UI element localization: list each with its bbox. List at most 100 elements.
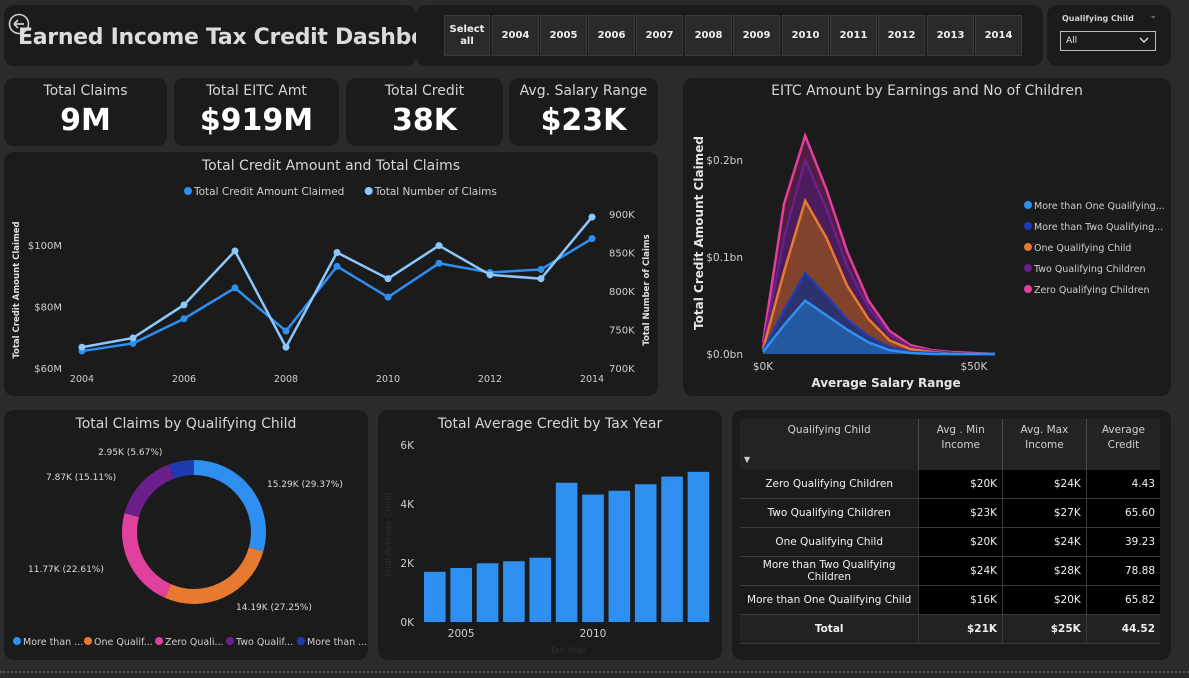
legend-label: One Qualifying Child: [1034, 243, 1131, 254]
kpi-total-claims: Total Claims 9M: [4, 78, 167, 146]
y-tick-label: 4K: [400, 499, 415, 511]
x-tick-label: 2005: [448, 628, 475, 640]
cell-average-credit: 65.60: [1085, 498, 1160, 528]
kpi-label: Total Credit: [384, 83, 465, 99]
y2-tick-label: 850K: [609, 249, 635, 260]
year-button-2009[interactable]: 2009: [733, 15, 780, 56]
header-label: Qualifying Child: [787, 424, 871, 436]
qualifying-child-dropdown[interactable]: All: [1060, 31, 1156, 51]
kpi-total-eitc-amt: Total EITC Amt $919M: [174, 78, 339, 146]
year-button-2012[interactable]: 2012: [878, 15, 925, 56]
legend-marker: [364, 187, 373, 195]
select-all-button[interactable]: Select all: [444, 15, 490, 56]
slice-data-label: 15.29K (29.37%): [267, 480, 343, 490]
income-table: Qualifying Child ▼ Avg . Min Income Avg.…: [740, 419, 1160, 644]
qualifying-child-table: Qualifying Child ▼ Avg . Min Income Avg.…: [732, 410, 1171, 660]
y2-tick-label: 900K: [609, 210, 635, 221]
bar: [450, 568, 472, 622]
sort-desc-icon[interactable]: ▼: [744, 452, 750, 467]
bar-chart-svg: 0K 2K 4K 6K 2005 2010 Tax Year Total Average Cr…: [384, 440, 710, 656]
y-tick-label: $100M: [28, 241, 62, 252]
dropdown-value: All: [1066, 36, 1078, 46]
y2-tick-label: 700K: [609, 364, 635, 375]
y-axis-title: Total Average Credit: [384, 491, 394, 578]
x-tick-label: 2004: [70, 374, 94, 385]
cell-total-label: Total: [740, 614, 919, 644]
column-header-average-credit[interactable]: Average Credit: [1086, 419, 1160, 470]
year-button-2014[interactable]: 2014: [975, 15, 1022, 56]
year-button-2011[interactable]: 2011: [830, 15, 877, 56]
data-point: [537, 265, 545, 273]
x-tick-label: 2010: [580, 628, 607, 640]
year-button-2013[interactable]: 2013: [927, 15, 974, 56]
y-axis-title: Total Credit Amount Claimed: [12, 221, 22, 358]
bar: [476, 563, 499, 622]
area-chart-svg: $0.0bn $0.1bn $0.2bn $0K $50KAverage Salary …: [692, 131, 1165, 390]
line-chart-svg: Total Credit Amount Claimed Total Number …: [12, 186, 652, 385]
year-button-2008[interactable]: 2008: [685, 15, 732, 56]
data-point: [129, 334, 137, 342]
legend-marker: [1024, 201, 1032, 209]
kpi-total-credit: Total Credit 38K: [346, 78, 503, 146]
table-total-row: Total $21K $25K 44.52: [740, 614, 1160, 644]
column-header-min-income[interactable]: Avg . Min Income: [918, 419, 1004, 470]
legend-marker: [1024, 243, 1032, 251]
legend-marker: [1024, 285, 1032, 293]
bar: [582, 494, 604, 622]
legend-marker: [13, 637, 21, 645]
legend-label: More than ...: [307, 637, 367, 648]
cell-max-income: $20K: [1002, 585, 1087, 615]
column-header-max-income[interactable]: Avg. Max Income: [1002, 419, 1087, 470]
bar: [424, 571, 446, 622]
y-tick-label: $0.1bn: [706, 252, 743, 264]
bar: [529, 557, 552, 622]
legend-marker: [184, 187, 192, 195]
donut-chart-svg: 15.29K (29.37%) 14.19K (27.25%) 11.77K (22…: [13, 448, 367, 648]
credit-claims-line-chart: Total Credit Amount and Total Claims Tot…: [4, 152, 658, 396]
data-point: [282, 327, 290, 335]
kpi-value: $23K: [540, 103, 627, 138]
x-tick-label: $0K: [753, 361, 774, 373]
legend-label: Zero Qualifying Children: [1034, 285, 1150, 296]
kpi-label: Avg. Salary Range: [519, 83, 648, 99]
table-row[interactable]: More than One Qualifying Child $16K $20K…: [740, 585, 1160, 615]
table-row[interactable]: More than Two Qualifying Children $24K $…: [740, 556, 1160, 586]
page-bottom-border: [0, 671, 1189, 673]
legend-label: Zero Quali...: [165, 637, 224, 648]
cell-average-credit: 78.88: [1085, 556, 1160, 586]
cell-qualifying-child: More than One Qualifying Child: [740, 585, 919, 615]
table-row[interactable]: Two Qualifying Children $23K $27K 65.60: [740, 498, 1160, 528]
legend-label: Two Qualifying Children: [1033, 264, 1145, 275]
legend-label: Total Credit Amount Claimed: [193, 186, 344, 198]
cell-qualifying-child: Two Qualifying Children: [740, 498, 919, 528]
avg-credit-bar-chart: Total Average Credit by Tax Year 0K 2K 4K 6…: [378, 410, 722, 660]
year-button-2005[interactable]: 2005: [540, 15, 587, 56]
year-button-2004[interactable]: 2004: [492, 15, 539, 56]
table-row[interactable]: One Qualifying Child $20K $24K 39.23: [740, 527, 1160, 557]
data-point: [282, 343, 290, 351]
x-tick-label: 2006: [172, 374, 196, 385]
series-line: [81, 216, 593, 350]
legend-label: More than Two Qualifying...: [1034, 222, 1163, 233]
y-axis-title: Total Credit Amount Claimed: [692, 136, 706, 330]
chevron-down-icon: [1139, 37, 1149, 43]
y2-tick-label: 800K: [609, 287, 635, 298]
y2-axis-title: Total Number of Claims: [642, 234, 652, 345]
table-row[interactable]: Zero Qualifying Children $20K $24K 4.43: [740, 470, 1160, 499]
y-tick-label: $60M: [34, 364, 62, 375]
bar: [661, 476, 683, 622]
y-tick-label: $0.0bn: [706, 349, 743, 361]
year-button-2007[interactable]: 2007: [636, 15, 683, 56]
chevron-down-icon[interactable]: ⌄: [1149, 11, 1157, 21]
column-header-qualifying-child[interactable]: Qualifying Child ▼: [740, 419, 920, 470]
year-button-2010[interactable]: 2010: [782, 15, 829, 56]
donut-slice: [194, 460, 266, 552]
donut-slice: [122, 513, 171, 598]
cell-min-income: $20K: [918, 470, 1003, 499]
kpi-value: $919M: [199, 103, 314, 138]
legend-marker: [84, 637, 92, 645]
year-slicer: Select all 2004 2005 2006 2007 2008 2009…: [416, 5, 1043, 66]
year-button-2006[interactable]: 2006: [588, 15, 635, 56]
data-point: [180, 301, 188, 309]
legend-label: One Qualif...: [94, 637, 153, 648]
